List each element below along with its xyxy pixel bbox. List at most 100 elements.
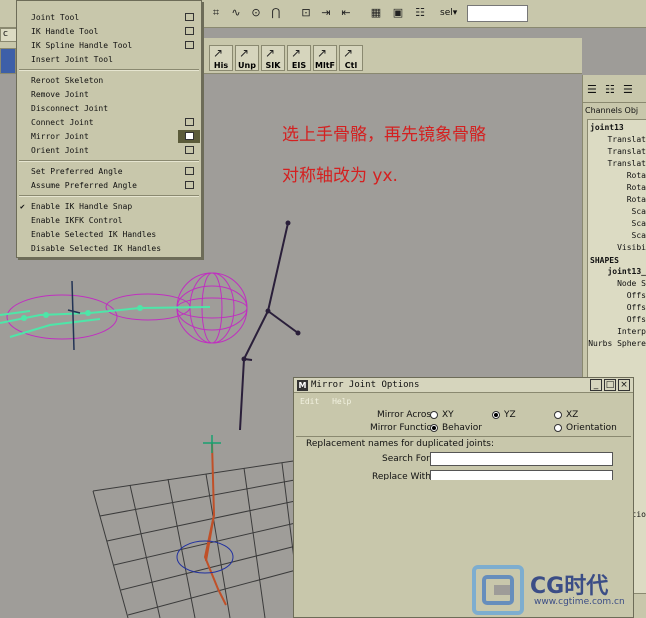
option-box-icon[interactable] [185,118,194,126]
channel-attr[interactable]: Translat [607,147,646,156]
cgtime-logo-icon [472,565,524,615]
menu-item-enable-selected-ik-handles[interactable]: Enable Selected IK Handles [17,228,201,241]
ground-grid [92,459,301,618]
bone-icon: ↗ [291,46,302,60]
input-icon[interactable]: ⇥ [318,5,334,21]
shelf-button-mltf[interactable]: ↗ MltF [313,45,337,71]
menu-item-mirror-joint[interactable]: Mirror Joint [17,130,201,143]
menu-item-ik-spline-handle-tool[interactable]: IK Spline Handle Tool [17,39,201,52]
shelf-button-his[interactable]: ↗ His [209,45,233,71]
annotation-line-2: 对称轴改为 yx. [282,166,398,186]
option-box-icon[interactable] [185,13,194,21]
menu-item-remove-joint[interactable]: Remove Joint [17,88,201,101]
bone-icon: ↗ [213,46,224,60]
option-box-icon[interactable] [185,167,194,175]
selection-mode-dropdown[interactable]: sel▾ [440,8,457,18]
layout-icon[interactable]: ☰ [587,83,597,96]
menu-item-disconnect-joint[interactable]: Disconnect Joint [17,102,201,115]
object-name[interactable]: joint13 [590,123,624,132]
menu-help[interactable]: Help [332,397,351,406]
channel-attr[interactable]: Rota [627,183,646,192]
dialog-divider [296,436,631,437]
option-box-icon[interactable] [185,181,194,189]
shape-attr[interactable]: Nurbs Sphere [588,339,646,348]
radio-xz[interactable] [554,411,562,419]
radio-xy[interactable] [430,411,438,419]
layout-icon[interactable]: ☷ [605,83,615,96]
layout-icon[interactable]: ☰ [623,83,633,96]
option-box-icon[interactable] [185,41,194,49]
leg-joint-chain [239,222,299,431]
render-icon[interactable]: ▦ [368,5,384,21]
shelf-button-eis[interactable]: ↗ EIS [287,45,311,71]
bone-icon: ↗ [239,46,250,60]
radio-xz-label: XZ [566,410,579,420]
shape-attr[interactable]: Interp [617,327,646,336]
channel-attr[interactable]: Sca [632,231,646,240]
search-for-input[interactable] [430,452,613,466]
history-icon[interactable]: ⊡ [298,5,314,21]
shelf-button-unp[interactable]: ↗ Unp [235,45,259,71]
menu-edit[interactable]: Edit [300,397,319,406]
radio-behavior-label: Behavior [442,423,482,433]
shelf-button-sik[interactable]: ↗ SIK [261,45,285,71]
menu-item-set-preferred-angle[interactable]: Set Preferred Angle [17,165,201,178]
shapes-header: SHAPES [590,256,619,265]
shape-attr[interactable]: Offs [627,315,646,324]
mirror-function-label: Mirror Function [370,423,438,433]
magnet-icon[interactable]: ⋂ [268,5,284,21]
menu-item-joint-tool[interactable]: Joint Tool [17,11,201,24]
menu-item-insert-joint-tool[interactable]: Insert Joint Tool [17,53,201,66]
channel-box-tabs[interactable]: Channels Obj [585,106,638,115]
mirror-joint-option-box-icon[interactable] [185,132,194,140]
dialog-title-bar[interactable]: M Mirror Joint Options _ □ × [294,378,633,393]
radio-yz[interactable] [492,411,500,419]
radio-behavior[interactable] [430,424,438,432]
menu-item-connect-joint[interactable]: Connect Joint [17,116,201,129]
menu-item-assume-preferred-angle[interactable]: Assume Preferred Angle [17,179,201,192]
option-box-icon[interactable] [185,146,194,154]
channel-attr[interactable]: Sca [632,219,646,228]
shape-attr[interactable]: Node S [617,279,646,288]
curve-snap-icon[interactable]: ∿ [228,5,244,21]
option-box-icon[interactable] [185,27,194,35]
menu-item-reroot-skeleton[interactable]: Reroot Skeleton [17,74,201,87]
shape-name[interactable]: joint13_ [607,267,646,276]
watermark-brand: CG时代 [530,574,609,599]
checkmark-icon: ✔ [20,202,25,211]
render-settings-icon[interactable]: ☷ [412,5,428,21]
menu-divider [19,69,199,71]
bone-icon: ↗ [265,46,276,60]
ipr-render-icon[interactable]: ▣ [390,5,406,21]
menu-divider [19,195,199,197]
maximize-icon[interactable]: □ [604,379,616,391]
output-icon[interactable]: ⇤ [338,5,354,21]
menu-item-orient-joint[interactable]: Orient Joint [17,144,201,157]
point-snap-icon[interactable]: ⊙ [248,5,264,21]
radio-orientation-label: Orientation [566,423,617,433]
menu-item-enable-ik-handle-snap[interactable]: ✔ Enable IK Handle Snap [17,200,201,213]
shelf-icon[interactable] [0,48,16,74]
radio-xy-label: XY [442,410,454,420]
channel-attr[interactable]: Translat [607,159,646,168]
quick-select-field[interactable] [467,5,528,22]
menu-item-ik-handle-tool[interactable]: IK Handle Tool [17,25,201,38]
spine-joint-chain [203,442,227,606]
radio-yz-label: YZ [504,410,516,420]
channel-attr[interactable]: Rota [627,195,646,204]
channel-attr[interactable]: Visibi [617,243,646,252]
channel-attr[interactable]: Sca [632,207,646,216]
search-for-label: Search For: [382,454,433,464]
channel-attr[interactable]: Rota [627,171,646,180]
grid-snap-icon[interactable]: ⌗ [208,5,224,21]
close-icon[interactable]: × [618,379,630,391]
menu-item-enable-ikfk-control[interactable]: Enable IKFK Control [17,214,201,227]
dialog-menu-bar: Edit Help [300,397,359,406]
radio-orientation[interactable] [554,424,562,432]
shape-attr[interactable]: Offs [627,291,646,300]
minimize-icon[interactable]: _ [590,379,602,391]
channel-attr[interactable]: Translat [607,135,646,144]
menu-item-disable-selected-ik-handles[interactable]: Disable Selected IK Handles [17,242,201,255]
shelf-button-ctl[interactable]: ↗ Ctl [339,45,363,71]
shape-attr[interactable]: Offs [627,303,646,312]
